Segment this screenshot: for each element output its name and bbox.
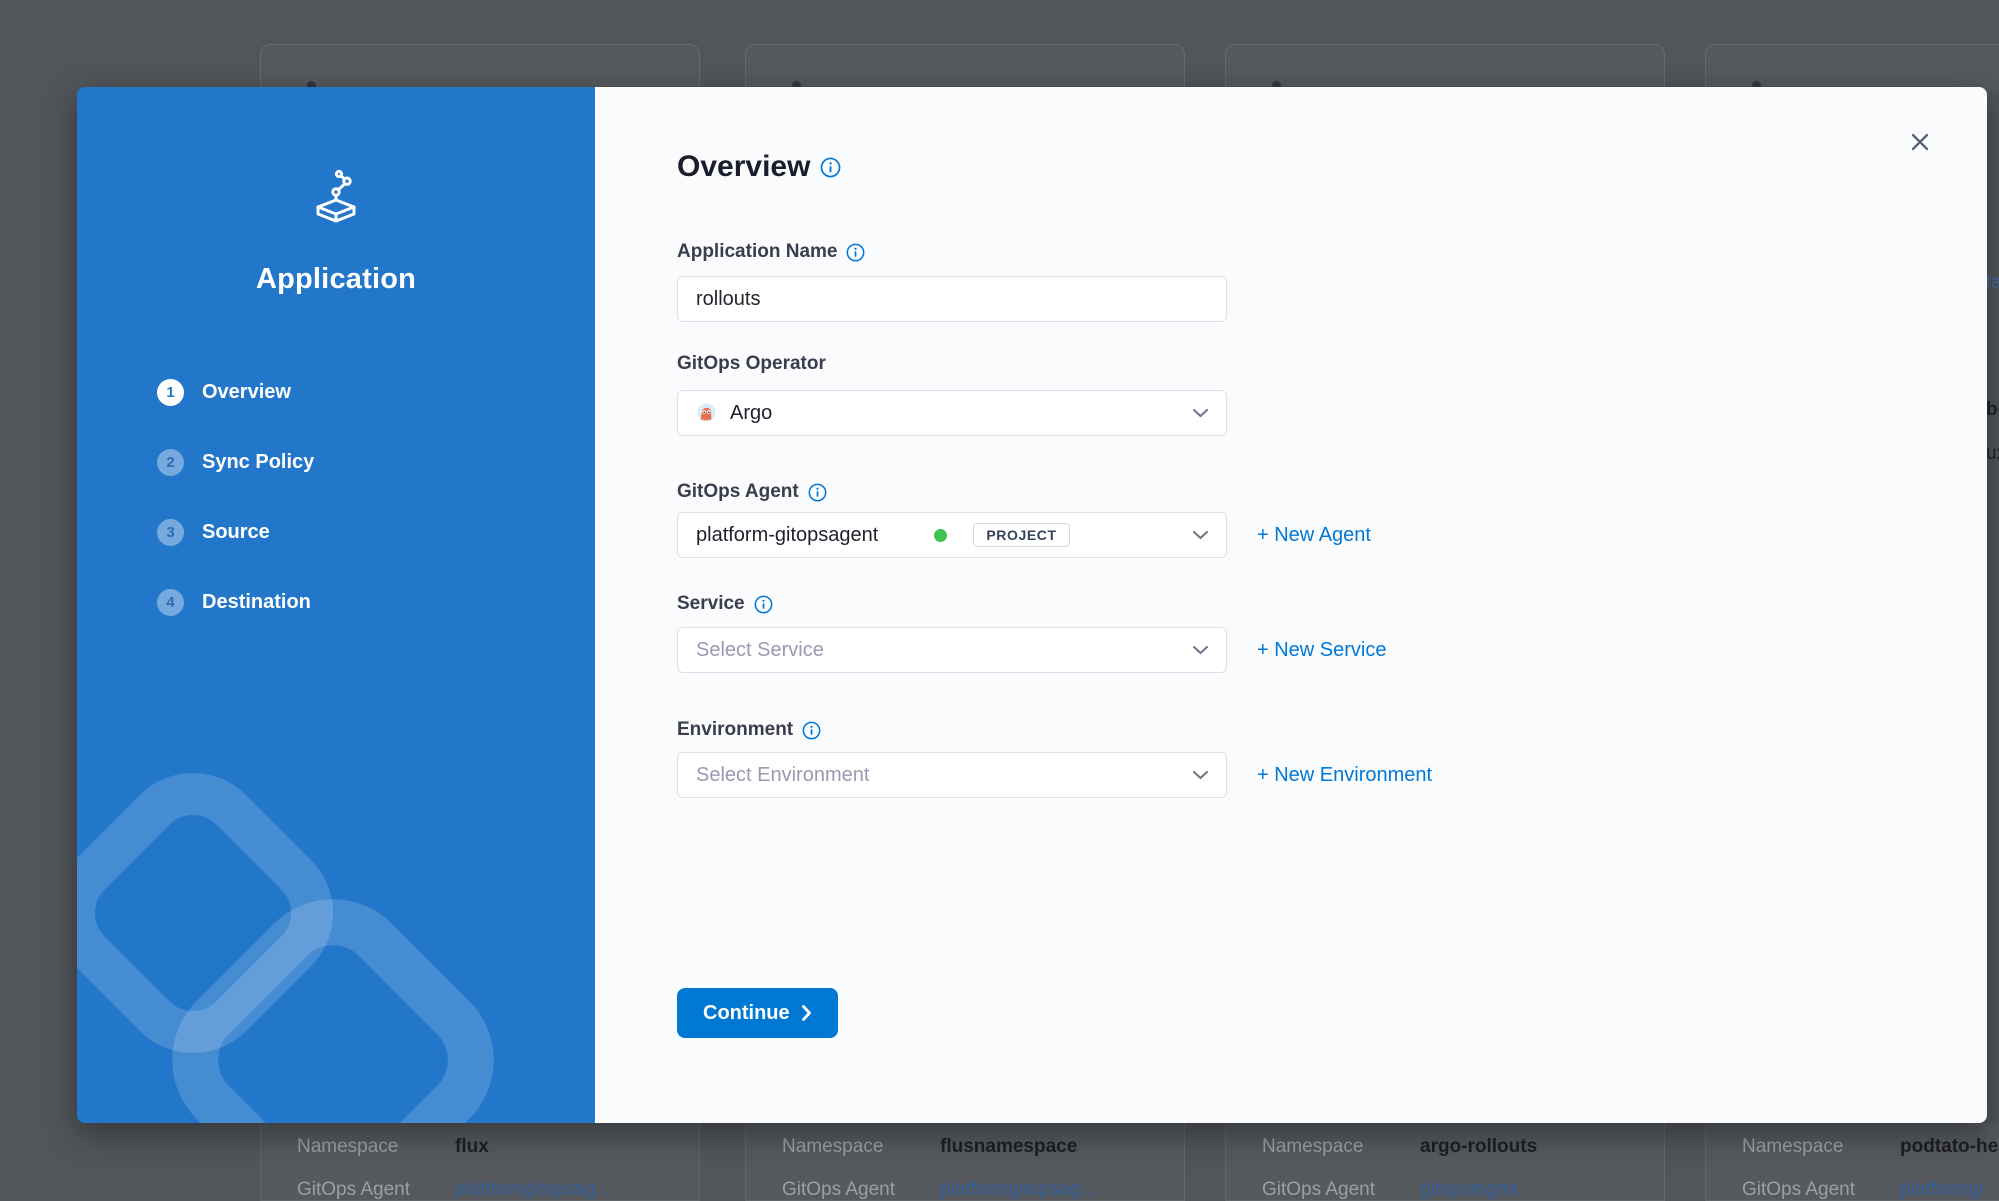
page-title-text: Overview [677, 150, 810, 184]
background-card: Namespaceflux GitOps Agentplatformgitops… [260, 1123, 700, 1201]
chevron-down-icon [1193, 531, 1208, 540]
info-icon[interactable] [820, 157, 841, 178]
step-sync-policy[interactable]: 2 Sync Policy [157, 449, 314, 476]
gitops-agent-value: platformgi [1900, 1178, 1983, 1201]
gitops-agent-select[interactable]: platform-gitopsagent PROJECT [677, 512, 1227, 558]
environment-label: Environment [677, 718, 821, 742]
continue-button[interactable]: Continue [677, 988, 838, 1038]
info-icon[interactable] [808, 483, 827, 502]
new-service-link[interactable]: + New Service [1257, 627, 1387, 673]
clipped-background-text: fa [1986, 272, 1999, 294]
label-text: Service [677, 593, 745, 615]
application-icon [311, 169, 361, 225]
page-title: Overview [677, 150, 841, 184]
continue-label: Continue [703, 1002, 790, 1025]
service-label: Service [677, 592, 773, 616]
label-text: GitOps Operator [677, 353, 826, 375]
label-text: GitOps Agent [677, 481, 799, 503]
gitops-agent-label: GitOps Agent [297, 1178, 455, 1201]
create-application-dialog: Application 1 Overview 2 Sync Policy 3 S… [77, 87, 1987, 1123]
gitops-agent-value: platform-gitopsagent [696, 524, 878, 547]
background-card-top [1705, 44, 1999, 90]
wizard-sidebar: Application 1 Overview 2 Sync Policy 3 S… [77, 87, 595, 1123]
background-card: Namespacepodtato-hea GitOps Agentplatfor… [1705, 1123, 1999, 1201]
close-icon [1909, 131, 1931, 153]
background-card-top [260, 44, 700, 90]
step-source[interactable]: 3 Source [157, 519, 314, 546]
environment-select[interactable]: Select Environment [677, 752, 1227, 798]
info-icon[interactable] [846, 243, 865, 262]
gitops-operator-value: Argo [730, 402, 772, 425]
info-icon[interactable] [802, 721, 821, 740]
new-environment-link[interactable]: + New Environment [1257, 752, 1432, 798]
step-label: Destination [202, 591, 311, 614]
step-overview[interactable]: 1 Overview [157, 379, 314, 406]
chevron-down-icon [1193, 646, 1208, 655]
step-number-badge: 1 [157, 379, 184, 406]
step-number-badge: 3 [157, 519, 184, 546]
service-placeholder: Select Service [696, 639, 824, 662]
close-button[interactable] [1909, 131, 1931, 153]
namespace-label: Namespace [297, 1135, 455, 1159]
background-card-top [745, 44, 1185, 90]
new-agent-link[interactable]: + New Agent [1257, 512, 1371, 558]
step-number-badge: 4 [157, 589, 184, 616]
gitops-agent-label: GitOps Agent [1742, 1178, 1900, 1201]
chevron-right-icon [802, 1005, 812, 1021]
clipped-background-text: ux [1986, 443, 1999, 465]
clipped-background-text: be [1986, 399, 1999, 421]
harness-logo-watermark [77, 87, 595, 1123]
step-label: Overview [202, 381, 291, 404]
step-destination[interactable]: 4 Destination [157, 589, 314, 616]
namespace-label: Namespace [1262, 1135, 1420, 1159]
chevron-down-icon [1193, 771, 1208, 780]
label-text: Environment [677, 719, 793, 741]
namespace-value: flux [455, 1135, 489, 1159]
namespace-value: argo-rollouts [1420, 1135, 1537, 1159]
service-select[interactable]: Select Service [677, 627, 1227, 673]
namespace-value: podtato-hea [1900, 1135, 1999, 1159]
environment-placeholder: Select Environment [696, 764, 869, 787]
background-card: Namespaceflusnamespace GitOps Agentplatf… [745, 1123, 1185, 1201]
step-number-badge: 2 [157, 449, 184, 476]
wizard-title: Application [77, 263, 595, 296]
background-card: Namespaceargo-rollouts GitOps Agentgitop… [1225, 1123, 1665, 1201]
step-label: Sync Policy [202, 451, 314, 474]
scope-badge: PROJECT [973, 523, 1069, 547]
overview-step-panel: Overview Application Name GitOps Operato… [595, 87, 1987, 1123]
gitops-agent-label: GitOps Agent [782, 1178, 940, 1201]
wizard-steps: 1 Overview 2 Sync Policy 3 Source 4 Dest… [157, 379, 314, 616]
application-name-label: Application Name [677, 240, 865, 264]
gitops-agent-label: GitOps Agent [677, 480, 827, 504]
gitops-operator-label: GitOps Operator [677, 352, 826, 376]
application-name-input[interactable] [677, 276, 1227, 322]
chevron-down-icon [1193, 409, 1208, 418]
step-label: Source [202, 521, 270, 544]
argo-icon [696, 403, 717, 424]
label-text: Application Name [677, 241, 837, 263]
background-card-top [1225, 44, 1665, 90]
info-icon[interactable] [754, 595, 773, 614]
namespace-label: Namespace [782, 1135, 940, 1159]
gitops-agent-value: gitopsmgmt [1420, 1178, 1518, 1201]
gitops-agent-label: GitOps Agent [1262, 1178, 1420, 1201]
gitops-operator-select[interactable]: Argo [677, 390, 1227, 436]
namespace-value: flusnamespace [940, 1135, 1077, 1159]
namespace-label: Namespace [1742, 1135, 1900, 1159]
gitops-agent-value: platformgitopsag... [940, 1178, 1096, 1201]
agent-health-dot [934, 529, 947, 542]
gitops-agent-value: platformgitopsag... [455, 1178, 611, 1201]
